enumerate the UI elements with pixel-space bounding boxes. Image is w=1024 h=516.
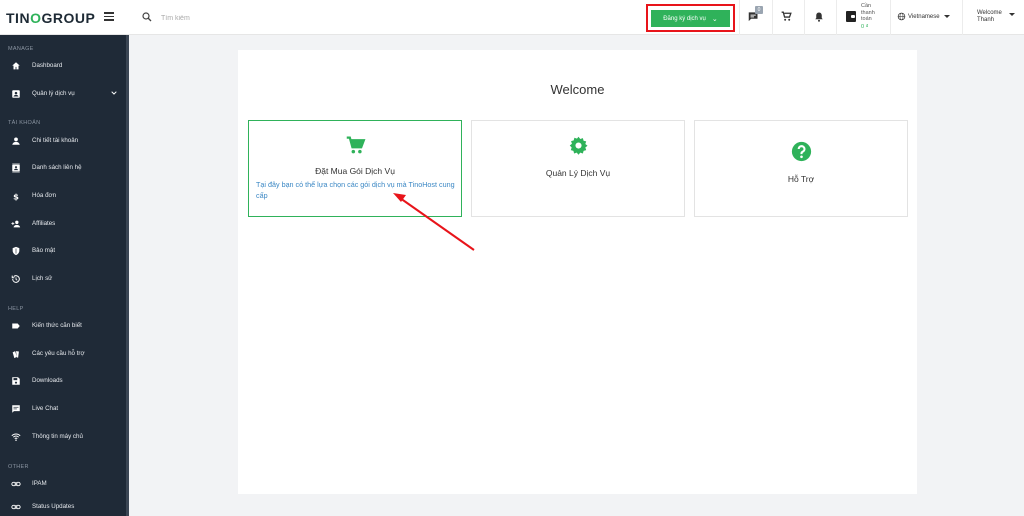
welcome-panel: Welcome Đặt Mua Gói Dịch Vụ Tại đây bạn …: [238, 50, 917, 494]
welcome-text: Welcome: [977, 10, 1002, 16]
logo-text-2: O: [30, 10, 42, 26]
logo-text-1: TIN: [6, 10, 31, 26]
gear-icon: [569, 136, 588, 155]
cart-icon[interactable]: [780, 10, 794, 24]
header-divider: [804, 0, 805, 35]
balance-amount: 0 ₫: [861, 24, 869, 30]
sidebar-item-contacts[interactable]: Danh sách liên hệ: [0, 159, 126, 177]
search-icon: [142, 12, 152, 22]
chevron-down-icon: ⌄: [711, 15, 718, 23]
sidebar-item-status-updates[interactable]: Status Updates: [0, 498, 126, 516]
register-service-label: Đăng ký dịch vụ: [663, 15, 706, 22]
chat-count-badge: 0: [755, 6, 763, 14]
sidebar-item-support-tickets[interactable]: Các yêu cầu hỗ trợ: [0, 345, 126, 363]
register-highlight-box: Đăng ký dịch vụ ⌄: [646, 4, 735, 32]
section-title-other: OTHER: [8, 464, 29, 470]
caret-down-icon: [943, 15, 950, 18]
page-title: Welcome: [550, 82, 605, 97]
sidebar-item-label: Lịch sử: [32, 275, 53, 282]
section-title-account: TÀI KHOẢN: [8, 120, 41, 126]
sidebar-item-history[interactable]: Lịch sử: [0, 270, 126, 288]
wallet-icon: [846, 11, 856, 22]
register-service-button[interactable]: Đăng ký dịch vụ ⌄: [651, 10, 730, 27]
home-icon: [12, 62, 20, 70]
sidebar-item-label: Kiến thức căn biết: [32, 322, 82, 329]
manage-services-card[interactable]: Quản Lý Dịch Vụ: [471, 120, 685, 217]
sidebar-item-invoices[interactable]: $ Hóa đơn: [0, 187, 126, 205]
caret-down-icon: [1009, 13, 1015, 16]
account-box-icon: [12, 90, 20, 98]
sidebar-item-label: Các yêu cầu hỗ trợ: [32, 350, 85, 357]
sidebar-item-label: Bảo mật: [32, 247, 56, 254]
sidebar-item-affiliates[interactable]: Affiliates: [0, 215, 126, 233]
sidebar-item-services[interactable]: Quản lý dịch vụ: [0, 85, 126, 103]
shield-icon: [12, 246, 20, 256]
balance-label: Cần thanh toán: [861, 3, 875, 22]
search-input[interactable]: [161, 11, 461, 25]
hamburger-menu-icon[interactable]: [104, 12, 114, 21]
sidebar-item-label: Status Updates: [32, 503, 75, 510]
sidebar: MANAGE Dashboard Quản lý dịch vụ TÀI KHO…: [0, 35, 129, 516]
cart-icon: [346, 136, 366, 154]
chat-icon: [12, 405, 20, 413]
tickets-icon: [12, 351, 19, 359]
sidebar-item-ipam[interactable]: IPAM: [0, 475, 126, 493]
language-selector[interactable]: Vietnamese: [897, 12, 950, 21]
support-card[interactable]: Hỗ Trợ: [694, 120, 908, 217]
card-title: Hỗ Trợ: [787, 174, 815, 184]
person-add-icon: [11, 220, 21, 228]
card-title: Đặt Mua Gói Dịch Vụ: [315, 166, 395, 176]
section-title-help: HELP: [8, 306, 24, 312]
language-label: Vietnamese: [908, 13, 940, 20]
card-description[interactable]: Tại đây bạn có thể lựa chọn các gói dịch…: [256, 179, 456, 201]
help-icon: [791, 141, 812, 162]
header-divider: [962, 0, 963, 35]
sidebar-item-label: Chi tiết tài khoản: [32, 137, 79, 144]
link-icon: [11, 504, 21, 510]
sidebar-item-label: Downloads: [32, 377, 63, 384]
top-header: TINOGROUP Đăng ký dịch vụ ⌄ 0 Cần thanh …: [0, 0, 1024, 35]
sidebar-item-knowledgebase[interactable]: Kiến thức căn biết: [0, 317, 126, 335]
sidebar-item-label: Danh sách liên hệ: [32, 164, 82, 171]
save-icon: [12, 377, 20, 385]
sidebar-item-label: Affiliates: [32, 220, 56, 227]
user-menu[interactable]: Welcome Thanh: [977, 10, 1015, 24]
globe-icon: [897, 12, 906, 21]
chat-icon[interactable]: 0: [747, 6, 763, 24]
svg-text:$: $: [13, 191, 19, 201]
sidebar-item-live-chat[interactable]: Live Chat: [0, 400, 126, 418]
sidebar-item-label: Dashboard: [32, 62, 63, 69]
section-title-manage: MANAGE: [8, 46, 34, 52]
logo-text-3: GROUP: [41, 10, 96, 26]
card-title: Quản Lý Dịch Vụ: [545, 168, 611, 178]
bell-icon[interactable]: [813, 10, 827, 24]
header-divider: [836, 0, 837, 35]
label-icon: [12, 323, 20, 329]
sidebar-item-label: Hóa đơn: [32, 192, 57, 199]
header-divider: [772, 0, 773, 35]
dollar-icon: $: [13, 191, 19, 201]
link-icon: [11, 481, 21, 487]
sidebar-item-dashboard[interactable]: Dashboard: [0, 57, 126, 75]
sidebar-item-server-info[interactable]: Thông tin máy chủ: [0, 428, 126, 446]
sidebar-item-label: Quản lý dịch vụ: [32, 90, 75, 97]
sidebar-item-security[interactable]: Bảo mật: [0, 242, 126, 260]
contacts-icon: [12, 163, 20, 173]
history-icon: [11, 275, 20, 283]
order-services-card[interactable]: Đặt Mua Gói Dịch Vụ Tại đây bạn có thể l…: [248, 120, 462, 217]
person-icon: [12, 137, 20, 145]
logo[interactable]: TINOGROUP: [6, 10, 95, 26]
chevron-down-icon: [111, 91, 117, 95]
sidebar-item-label: IPAM: [32, 480, 47, 487]
sidebar-item-label: Thông tin máy chủ: [32, 433, 83, 440]
wifi-icon: [11, 433, 21, 441]
sidebar-item-account-details[interactable]: Chi tiết tài khoản: [0, 132, 126, 150]
sidebar-item-label: Live Chat: [32, 405, 59, 412]
user-name: Thanh: [977, 17, 995, 23]
sidebar-item-downloads[interactable]: Downloads: [0, 372, 126, 390]
header-divider: [739, 0, 740, 35]
header-divider: [890, 0, 891, 35]
